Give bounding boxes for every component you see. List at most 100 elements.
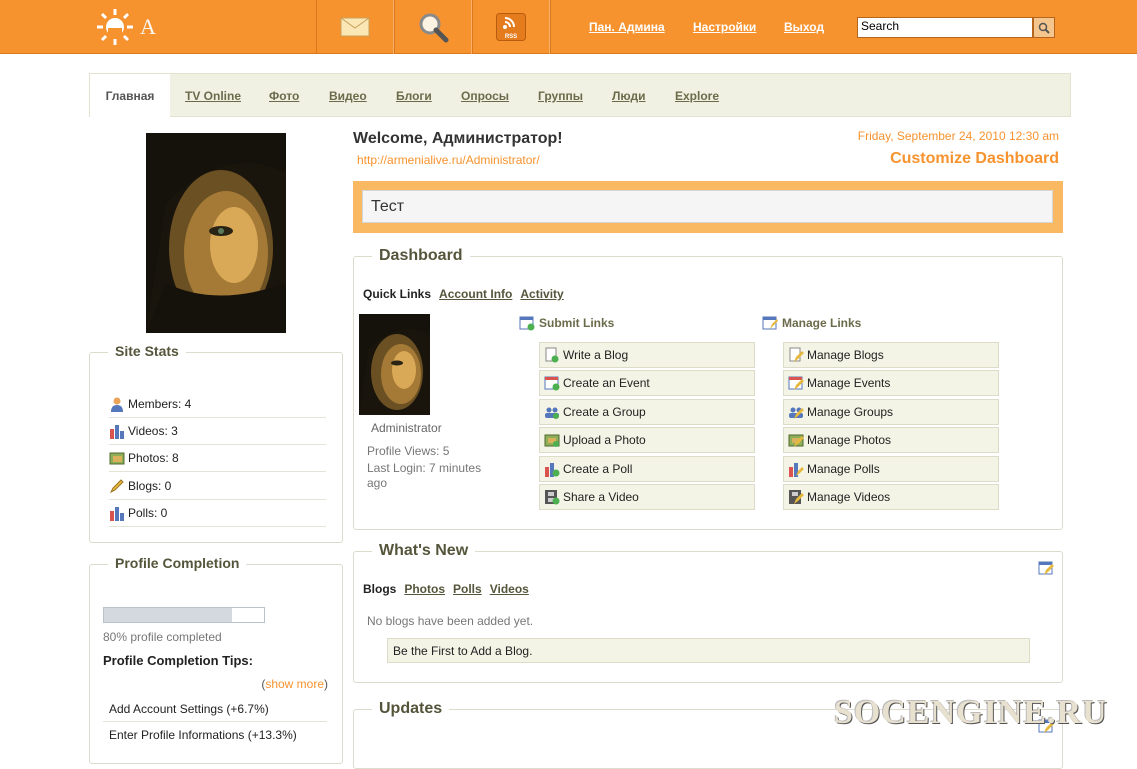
profile-url-link[interactable]: http://armenialive.ru/Administrator/: [357, 153, 540, 167]
add-first-blog-link[interactable]: Be the First to Add a Blog.: [387, 638, 1030, 663]
tip-item[interactable]: Enter Profile Informations (+13.3%): [103, 722, 327, 748]
magnifier-icon: [419, 13, 449, 43]
tab-activity[interactable]: Activity: [520, 287, 563, 301]
completion-text: 80% profile completed: [103, 630, 222, 644]
create-group-link[interactable]: Create a Group: [539, 399, 755, 425]
top-bar: A RSS Пан. Админа Настройки Выход Search: [0, 0, 1137, 54]
manage-groups-label: Manage Groups: [807, 405, 894, 419]
stat-photos: Photos: 8: [109, 445, 326, 472]
edit-icon[interactable]: [1038, 560, 1054, 576]
search-input[interactable]: Search: [857, 17, 1033, 38]
stat-videos-text: Videos: 3: [128, 424, 178, 438]
whats-new-tabs: Blogs Photos Polls Videos: [363, 582, 529, 596]
watermark: SOCENGINE.RU: [834, 694, 1108, 731]
stat-photos-text: Photos: 8: [128, 451, 179, 465]
tab-videos[interactable]: Videos: [490, 582, 529, 596]
customize-dashboard-link[interactable]: Customize Dashboard: [890, 150, 1059, 168]
dashboard-avatar[interactable]: [359, 314, 430, 415]
submit-links-icon: [519, 316, 535, 331]
share-video-link[interactable]: Share a Video: [539, 484, 755, 510]
profile-completion-box: Profile Completion 80% profile completed…: [89, 555, 343, 764]
show-more-link[interactable]: show more: [265, 677, 324, 691]
create-poll-link[interactable]: Create a Poll: [539, 456, 755, 482]
messages-button[interactable]: [316, 0, 394, 54]
current-datetime: Friday, September 24, 2010 12:30 am: [857, 129, 1059, 143]
site-logo[interactable]: A: [96, 8, 157, 46]
manage-blogs-link[interactable]: Manage Blogs: [783, 342, 999, 368]
videos-icon: [110, 425, 124, 439]
write-blog-link[interactable]: Write a Blog: [539, 342, 755, 368]
manage-blogs-icon: [789, 347, 804, 362]
tab-groups[interactable]: Группы: [538, 89, 583, 103]
members-icon: [111, 397, 123, 412]
tab-home[interactable]: Главная: [90, 74, 170, 117]
last-login-continued: ago: [367, 476, 388, 490]
manage-links-title: Manage Links: [782, 316, 862, 330]
manage-groups-icon: [789, 407, 804, 419]
search-toggle-button[interactable]: [394, 0, 472, 54]
last-login: Last Login: 7 minutes: [367, 461, 482, 475]
tab-people[interactable]: Люди: [612, 89, 646, 103]
tab-explore[interactable]: Explore: [675, 89, 719, 103]
write-blog-label: Write a Blog: [563, 348, 629, 362]
profile-completion-bar: [103, 607, 265, 623]
profile-completion-title: Profile Completion: [108, 555, 247, 571]
manage-polls-icon: [789, 463, 804, 477]
manage-photos-link[interactable]: Manage Photos: [783, 427, 999, 453]
tab-tv-online[interactable]: TV Online: [185, 89, 241, 103]
tab-blogs[interactable]: Блоги: [396, 89, 432, 103]
search-icon: [1038, 22, 1050, 34]
write-blog-icon: [545, 347, 559, 363]
logo-text: A: [140, 14, 157, 39]
manage-events-link[interactable]: Manage Events: [783, 370, 999, 396]
photo-icon: [544, 434, 560, 447]
tab-account-info[interactable]: Account Info: [439, 287, 512, 301]
photos-icon: [109, 452, 125, 465]
create-poll-label: Create a Poll: [563, 462, 633, 476]
manage-blogs-label: Manage Blogs: [807, 348, 884, 362]
settings-link[interactable]: Настройки: [693, 20, 756, 34]
manage-polls-label: Manage Polls: [807, 462, 880, 476]
manage-videos-link[interactable]: Manage Videos: [783, 484, 999, 510]
blogs-icon: [109, 479, 124, 494]
admin-panel-link[interactable]: Пан. Админа: [589, 20, 665, 34]
site-stats-box: Site Stats Members: 4 Videos: 3 Photos: …: [89, 343, 343, 543]
tips-title: Profile Completion Tips:: [103, 653, 253, 668]
status-input[interactable]: Тест: [362, 190, 1053, 223]
tab-video[interactable]: Видео: [329, 89, 367, 103]
topbar-divider: [550, 0, 551, 54]
upload-photo-link[interactable]: Upload a Photo: [539, 427, 755, 453]
rss-button[interactable]: RSS: [472, 0, 550, 54]
site-stats-title: Site Stats: [108, 343, 186, 359]
whats-new-title: What's New: [372, 542, 476, 560]
tip-item[interactable]: Add Account Settings (+6.7%): [103, 696, 327, 722]
create-event-label: Create an Event: [563, 376, 650, 390]
stat-polls-text: Polls: 0: [128, 506, 168, 520]
logout-link[interactable]: Выход: [784, 20, 824, 34]
create-group-label: Create a Group: [563, 405, 646, 419]
profile-completion-fill: [104, 608, 232, 622]
profile-photo[interactable]: [146, 133, 286, 333]
manage-events-icon: [788, 376, 804, 390]
share-video-label: Share a Video: [563, 490, 639, 504]
tab-blogs[interactable]: Blogs: [363, 582, 396, 596]
manage-photos-label: Manage Photos: [807, 433, 892, 447]
profile-views: Profile Views: 5: [367, 444, 450, 458]
tab-quick-links[interactable]: Quick Links: [363, 287, 431, 301]
manage-groups-link[interactable]: Manage Groups: [783, 399, 999, 425]
search-submit-button[interactable]: [1033, 17, 1055, 38]
tab-polls[interactable]: Опросы: [461, 89, 509, 103]
stat-blogs: Blogs: 0: [109, 473, 326, 500]
manage-links-heading: Manage Links: [762, 315, 861, 331]
tab-polls[interactable]: Polls: [453, 582, 482, 596]
manage-videos-label: Manage Videos: [807, 490, 891, 504]
group-icon: [545, 407, 559, 419]
manage-polls-link[interactable]: Manage Polls: [783, 456, 999, 482]
create-event-link[interactable]: Create an Event: [539, 370, 755, 396]
dashboard-tabs: Quick Links Account Info Activity: [363, 287, 564, 301]
stat-members: Members: 4: [109, 391, 326, 418]
manage-events-label: Manage Events: [807, 376, 891, 390]
calendar-icon: [544, 376, 560, 391]
tab-photos[interactable]: Фото: [269, 89, 299, 103]
tab-photos[interactable]: Photos: [404, 582, 445, 596]
